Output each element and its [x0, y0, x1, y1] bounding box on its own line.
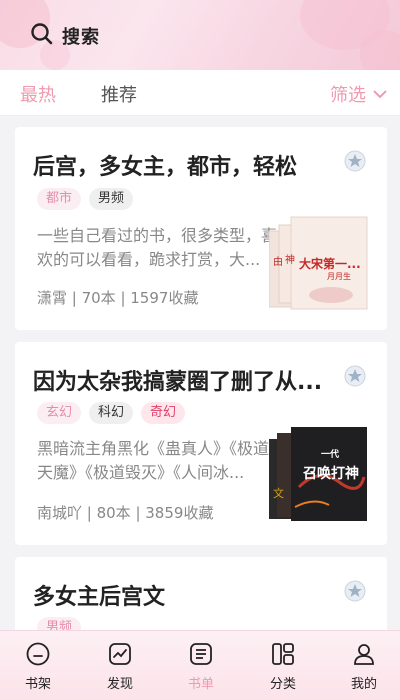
search-bar[interactable]: 搜索 [30, 18, 230, 54]
filter-label: 筛选 [330, 85, 366, 106]
nav-bookshelf[interactable]: 书架 [8, 641, 68, 692]
nav-category[interactable]: 分类 [253, 641, 313, 692]
booklist-meta: 南城吖 | 80本 | 3859收藏 [37, 504, 214, 522]
booklist-title: 因为太杂我搞蒙圈了删了从... [33, 370, 323, 395]
filter-button[interactable]: 筛选 [330, 81, 388, 107]
booklist-card[interactable]: 后宫，多女主，都市，轻松 都市 男频 一些自己看过的书，很多类型，喜欢的可以看看… [15, 127, 387, 330]
chevron-down-icon [372, 84, 388, 105]
tag[interactable]: 都市 [37, 188, 82, 210]
bottom-navigation: 书架 发现 书单 分类 我的 [0, 630, 400, 700]
tag-list: 玄幻 科幻 奇幻 [37, 402, 186, 424]
search-icon [30, 22, 54, 50]
filter-bar: 最热 推荐 筛选 [0, 70, 400, 116]
category-icon [270, 643, 296, 671]
favorite-badge-icon[interactable] [343, 579, 367, 603]
nav-label: 发现 [106, 677, 133, 692]
discover-icon [107, 643, 133, 671]
booklist-title: 后宫，多女主，都市，轻松 [33, 155, 298, 180]
search-label: 搜索 [62, 27, 100, 48]
header: 搜索 [0, 0, 400, 70]
favorite-badge-icon[interactable] [343, 149, 367, 173]
bookshelf-icon [25, 642, 51, 671]
nav-label: 书单 [187, 677, 214, 692]
svg-text:文: 文 [273, 486, 284, 500]
nav-booklist[interactable]: 书单 [171, 641, 231, 692]
nav-label: 我的 [350, 677, 377, 692]
cover-author: 月月生 [327, 272, 351, 281]
booklist-card[interactable]: 因为太杂我搞蒙圈了删了从... 玄幻 科幻 奇幻 黑暗流主角黑化《蛊真人》《极道… [15, 342, 387, 545]
nav-label: 书架 [24, 677, 51, 692]
tag[interactable]: 男频 [89, 188, 134, 210]
booklist-description: 黑暗流主角黑化《蛊真人》《极道天魔》《极道毁灭》《人间冰... [37, 439, 270, 482]
booklist-description: 一些自己看过的书，很多类型，喜欢的可以看看，跪求打赏，大... [37, 226, 278, 269]
tab-hottest[interactable]: 最热 [20, 81, 56, 107]
cover-title: 大宋第一... [299, 257, 361, 271]
tag[interactable]: 奇幻 [141, 402, 186, 424]
nav-profile[interactable]: 我的 [334, 641, 394, 692]
profile-icon [351, 644, 377, 671]
nav-discover[interactable]: 发现 [90, 641, 150, 692]
tag-list: 都市 男频 [37, 188, 134, 210]
cover-title: 召唤打神 [303, 466, 359, 482]
tag[interactable]: 科幻 [89, 402, 134, 424]
booklist-icon [188, 643, 214, 671]
cover-stack: 文 一代 召唤打神 [269, 427, 369, 523]
favorite-badge-icon[interactable] [343, 364, 367, 388]
tab-recommended[interactable]: 推荐 [101, 81, 137, 107]
nav-label: 分类 [269, 677, 296, 692]
cover-subtitle: 一代 [321, 450, 340, 460]
cover-stack: 由 神 大宋第一... 月月生 [268, 215, 369, 311]
svg-text:神: 神 [285, 253, 295, 266]
tag[interactable]: 玄幻 [37, 402, 82, 424]
booklist-title: 多女主后宫文 [33, 585, 166, 610]
booklist-meta: 潇霄 | 70本 | 1597收藏 [37, 289, 199, 307]
svg-text:由: 由 [273, 255, 283, 268]
